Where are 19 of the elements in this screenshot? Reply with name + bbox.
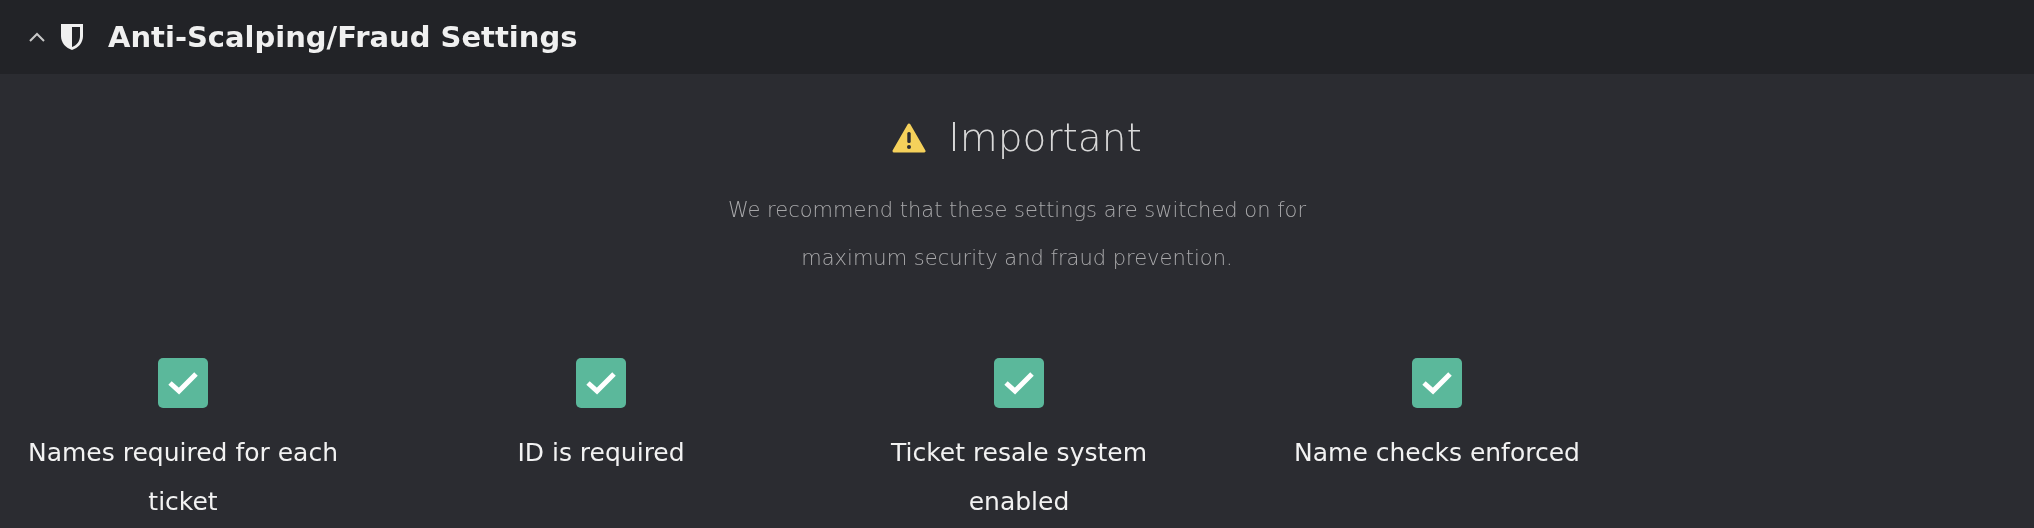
setting-label: Ticket resale system enabled <box>890 437 1148 518</box>
setting-label: ID is required <box>517 437 685 469</box>
collapse-toggle[interactable] <box>28 31 46 43</box>
checkmark-icon <box>1002 370 1036 396</box>
checkbox[interactable] <box>994 358 1044 408</box>
notice-text: We recommend that these settings are switched on for maximum security and fraud prevention. <box>726 197 1308 272</box>
checkbox[interactable] <box>158 358 208 408</box>
warning-icon <box>892 123 927 153</box>
checkbox[interactable] <box>576 358 626 408</box>
setting-label: Name checks enforced <box>1294 437 1580 469</box>
checkmark-icon <box>584 370 618 396</box>
setting-label: Names required for each ticket <box>26 437 339 518</box>
checkbox[interactable] <box>1412 358 1462 408</box>
checkmark-icon <box>166 370 200 396</box>
checkmark-icon <box>1420 370 1454 396</box>
notice-title: Important <box>948 114 1142 162</box>
section-title: Anti-Scalping/Fraud Settings <box>108 20 578 54</box>
shield-icon <box>60 23 84 51</box>
chevron-icon <box>28 31 46 43</box>
